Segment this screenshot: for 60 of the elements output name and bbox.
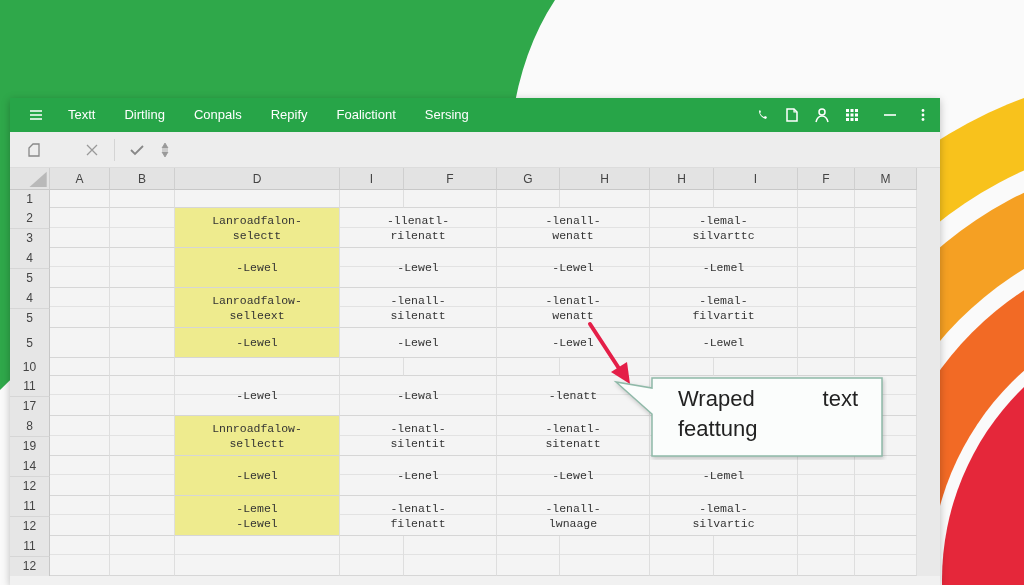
column-header[interactable]: D — [175, 168, 340, 190]
row-header[interactable]: 5 — [10, 308, 50, 328]
table-cell: -Lemel — [650, 456, 798, 496]
column-header[interactable]: H — [560, 168, 650, 190]
table-cell: -llenatl- rilenatt — [340, 208, 497, 248]
column-header[interactable]: I — [340, 168, 404, 190]
row-header[interactable]: 4 — [10, 288, 50, 309]
row-header[interactable]: 3 — [10, 228, 50, 248]
row-header[interactable]: 11 — [10, 536, 50, 557]
table-cell: -Lewel — [175, 328, 340, 358]
row-header[interactable]: 12 — [10, 556, 50, 576]
table-cell: -lenall- lwnaage — [497, 496, 650, 536]
table-cell: -Lewel — [497, 328, 650, 358]
table-cell: -lenatl- sitenatt — [497, 416, 650, 456]
table-cell: -Lewel — [340, 328, 497, 358]
row-header[interactable]: 1 — [10, 190, 50, 208]
table-cell: -Lewel — [497, 456, 650, 496]
row-header[interactable]: 12 — [10, 476, 50, 496]
row-header[interactable]: 5 — [10, 328, 50, 358]
table-cell: -lenatl- filenatt — [340, 496, 497, 536]
column-header[interactable]: F — [798, 168, 855, 190]
row-header[interactable]: 14 — [10, 456, 50, 477]
row-header[interactable]: 5 — [10, 268, 50, 288]
column-header[interactable]: H — [650, 168, 714, 190]
table-cell: -Lewel — [497, 248, 650, 288]
table-cell: -lenall- silenatt — [340, 288, 497, 328]
table-cell: -lenatl- silentit — [340, 416, 497, 456]
row-header[interactable]: 8 — [10, 416, 50, 437]
table-cell: -Lenel — [340, 456, 497, 496]
table-cell: -Lewel — [175, 456, 340, 496]
table-cell: Lanroadfalow- selleext — [175, 288, 340, 328]
table-cell: -Lewel — [175, 248, 340, 288]
table-cell: -Lewel — [340, 248, 497, 288]
table-cell: -lemal- filvartit — [650, 288, 798, 328]
column-header[interactable]: A — [50, 168, 110, 190]
column-header[interactable]: I — [714, 168, 798, 190]
row-header[interactable]: 11 — [10, 496, 50, 517]
column-header[interactable]: G — [497, 168, 560, 190]
row-header[interactable]: 12 — [10, 516, 50, 536]
table-cell: Lanroadfalon- selectt — [175, 208, 340, 248]
column-header[interactable]: F — [404, 168, 497, 190]
table-cell: -lemal- silvartic — [650, 496, 798, 536]
row-header[interactable]: 17 — [10, 396, 50, 416]
row-header[interactable]: 11 — [10, 376, 50, 397]
column-header[interactable]: B — [110, 168, 175, 190]
table-cell: -Lewel — [175, 376, 340, 416]
table-cell: -lemal- silvarttc — [650, 208, 798, 248]
table-cell: -Lemel -Lewel — [175, 496, 340, 536]
row-header[interactable]: 19 — [10, 436, 50, 456]
table-cell: Lnnroadfalow- sellectt — [175, 416, 340, 456]
row-header[interactable]: 10 — [10, 358, 50, 376]
table-cell: -lenall- wenatt — [497, 208, 650, 248]
table-cell: -lenatl- wenatt — [497, 288, 650, 328]
table-cell: -Lemel — [650, 248, 798, 288]
column-header[interactable]: M — [855, 168, 917, 190]
table-cell: -Lewal — [340, 376, 497, 416]
row-header[interactable]: 4 — [10, 248, 50, 269]
table-cell: -Lewel — [650, 328, 798, 358]
table-cell: -lenatt — [497, 376, 650, 416]
row-header[interactable]: 2 — [10, 208, 50, 229]
